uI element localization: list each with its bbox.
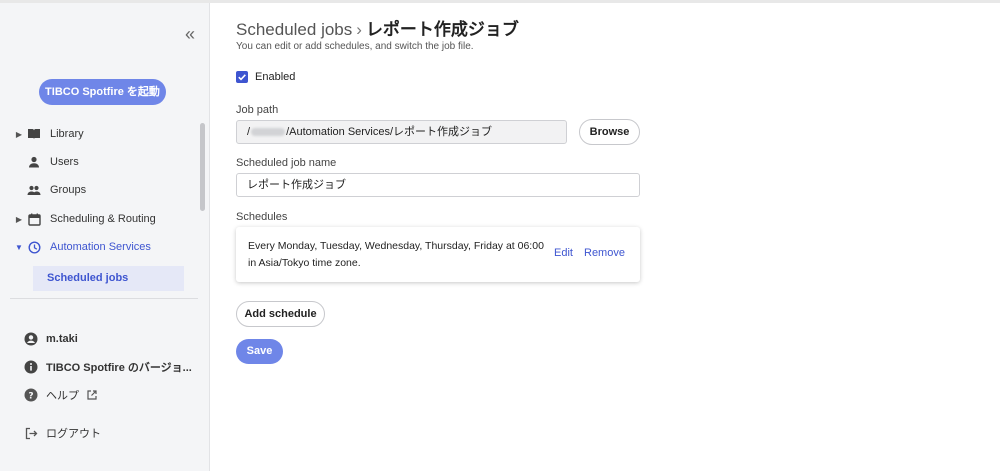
sidebar-scrollbar[interactable] [200, 123, 205, 211]
info-icon [24, 360, 38, 374]
breadcrumb-scheduled-jobs[interactable]: Scheduled jobs [236, 20, 352, 39]
breadcrumb-current: レポート作成ジョブ [365, 20, 519, 39]
edit-schedule-link[interactable]: Edit [554, 247, 573, 259]
enabled-label: Enabled [255, 71, 296, 83]
sidebar-item-groups[interactable]: ▶ Groups [0, 178, 86, 202]
user-name: m.taki [46, 333, 78, 345]
version-info-item[interactable]: TIBCO Spotfire のバージョ... [24, 357, 192, 377]
logout-icon [24, 426, 38, 440]
sidebar-item-label: Automation Services [50, 241, 151, 253]
help-icon: ? [24, 388, 38, 402]
schedules-label: Schedules [236, 211, 288, 223]
job-path-label: Job path [236, 104, 279, 116]
expand-caret-icon[interactable]: ▶ [12, 215, 26, 224]
enabled-checkbox[interactable] [236, 71, 248, 83]
launch-spotfire-button[interactable]: TIBCO Spotfire を起動 [39, 79, 166, 105]
enabled-checkbox-row[interactable]: Enabled [236, 71, 295, 83]
external-link-icon [87, 390, 97, 400]
sidebar-item-scheduled-jobs[interactable]: Scheduled jobs [33, 266, 184, 291]
sidebar-item-label: Users [50, 156, 79, 168]
sidebar-item-automation-services[interactable]: ▼ Automation Services [0, 235, 151, 259]
redacted-segment [251, 128, 286, 137]
sidebar-divider [10, 298, 198, 299]
collapse-sidebar-icon[interactable]: « [178, 23, 202, 47]
logout-item[interactable]: ログアウト [24, 423, 101, 443]
schedule-description: Every Monday, Tuesday, Wednesday, Thursd… [248, 240, 544, 269]
job-name-label: Scheduled job name [236, 157, 337, 169]
job-path-value: /Automation Services/レポート作成ジョブ [286, 126, 493, 138]
save-button[interactable]: Save [236, 339, 283, 364]
help-label: ヘルプ [46, 390, 79, 402]
sidebar-item-label: Library [50, 128, 84, 140]
page-title: Scheduled jobs › レポート作成ジョブ [236, 15, 519, 40]
remove-schedule-link[interactable]: Remove [584, 247, 625, 259]
add-schedule-button[interactable]: Add schedule [236, 301, 325, 327]
job-path-prefix: / [247, 126, 251, 138]
browse-button[interactable]: Browse [579, 119, 640, 145]
collapse-caret-icon[interactable]: ▼ [12, 243, 26, 252]
book-icon [26, 126, 42, 142]
person-icon [26, 154, 42, 170]
job-path-field: / /Automation Services/レポート作成ジョブ [236, 120, 567, 144]
job-name-input[interactable]: レポート作成ジョブ [236, 173, 640, 197]
sidebar: « TIBCO Spotfire を起動 ▶ Library ▶ Users ▶… [0, 3, 210, 471]
sidebar-item-label: Scheduling & Routing [50, 213, 156, 225]
calendar-icon [26, 211, 42, 227]
help-item[interactable]: ? ヘルプ [24, 385, 97, 405]
logout-label: ログアウト [46, 428, 101, 440]
group-icon [26, 182, 42, 198]
breadcrumb-separator-icon: › [356, 20, 362, 39]
sidebar-item-library[interactable]: ▶ Library [0, 122, 84, 146]
sidebar-item-scheduling-routing[interactable]: ▶ Scheduling & Routing [0, 207, 156, 231]
clock-icon [26, 239, 42, 255]
page-subtitle: You can edit or add schedules, and switc… [236, 41, 474, 52]
user-account-item[interactable]: m.taki [24, 329, 78, 349]
sidebar-item-users[interactable]: ▶ Users [0, 150, 79, 174]
account-icon [24, 332, 38, 346]
expand-caret-icon[interactable]: ▶ [12, 130, 26, 139]
sidebar-item-label: Groups [50, 184, 87, 196]
svg-text:?: ? [28, 392, 33, 402]
version-info-label: TIBCO Spotfire のバージョ... [46, 362, 192, 374]
schedule-card: Every Monday, Tuesday, Wednesday, Thursd… [236, 227, 640, 282]
